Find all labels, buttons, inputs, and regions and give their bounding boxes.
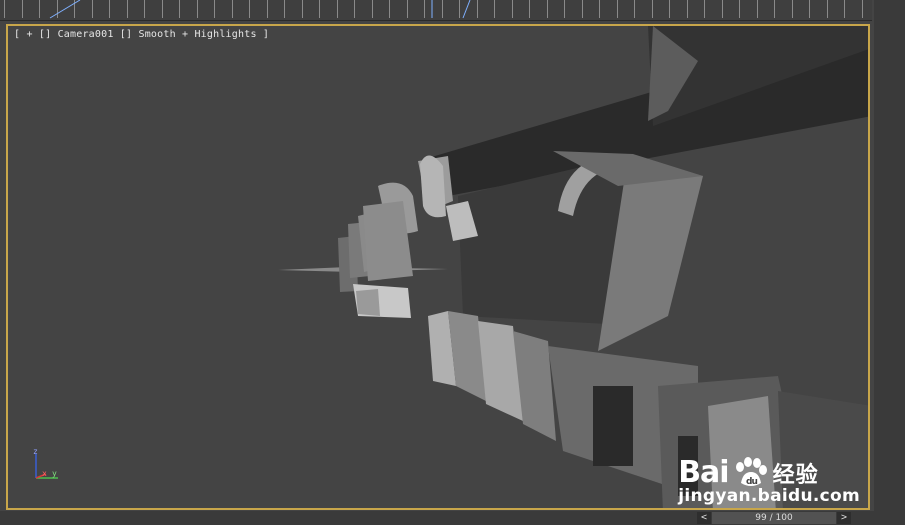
paw-icon: du [735, 456, 767, 487]
gizmo-y-label: y [52, 469, 57, 478]
mid-base-2 [356, 289, 380, 316]
gizmo-x-label: x [42, 469, 47, 478]
viewport-label-bracket-open: [ [14, 29, 27, 40]
ruler-keys [49, 0, 471, 19]
command-panel-edge [874, 0, 905, 525]
watermark-cn: 经验 [772, 462, 819, 488]
axis-gizmo: z x y [30, 446, 70, 486]
time-slider-frame-readout[interactable]: 99 / 100 [712, 512, 836, 524]
viewport-label-bracket-close: ] [256, 29, 270, 40]
time-slider-prev-button[interactable]: < [697, 512, 711, 524]
watermark-url: jingyan.baidu.com [678, 486, 860, 506]
viewport-shading-menu[interactable]: Smooth + Highlights [138, 29, 256, 40]
viewport-camera-menu[interactable]: Camera001 [58, 29, 114, 40]
viewport-label-menu[interactable]: [ + [] Camera001 [] Smooth + Highlights … [14, 29, 269, 40]
baidu-jingyan-watermark: Bai du 经验 jingyan.baidu.com [678, 455, 860, 506]
gizmo-z-label: z [33, 447, 38, 456]
time-slider[interactable]: < 99 / 100 > [0, 511, 905, 525]
camera-viewport[interactable]: [ + [] Camera001 [] Smooth + Highlights … [6, 24, 870, 510]
viewport-plus-menu[interactable]: + [26, 29, 32, 40]
track-ruler[interactable] [0, 0, 872, 21]
3d-text-scene [278, 26, 868, 508]
svg-text:du: du [746, 477, 757, 487]
time-slider-next-button[interactable]: > [837, 512, 851, 524]
bottom-letter-hole [593, 386, 633, 466]
watermark-brand: Bai [678, 455, 729, 490]
